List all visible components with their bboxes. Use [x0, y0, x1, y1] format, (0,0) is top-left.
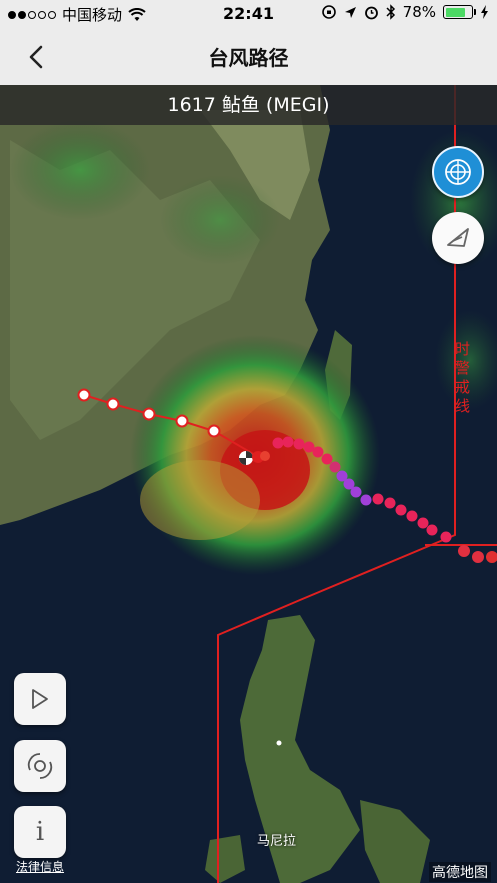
radar-patch: [10, 120, 150, 220]
status-right: 78%: [321, 3, 489, 21]
location-arrow-icon: [344, 6, 356, 18]
battery-icon: [443, 5, 476, 19]
nav-bar: 台风路径: [0, 28, 497, 85]
warning-line-label: 时警戒线: [455, 340, 471, 415]
charging-bolt-icon: [481, 5, 488, 19]
track-point: [106, 397, 120, 411]
track-point: [77, 388, 91, 402]
typhoon-icon: [27, 753, 53, 779]
radar-icon: [445, 159, 471, 185]
map-canvas: [0, 85, 497, 883]
track-point: [417, 517, 429, 529]
outer-band: [140, 460, 260, 540]
track-point: [372, 493, 384, 505]
info-button[interactable]: i: [14, 806, 66, 858]
storm-title-bar: 1617 鲇鱼 (MEGI): [0, 85, 497, 125]
track-point: [272, 437, 284, 449]
radar-patch: [160, 175, 280, 265]
track-point: [384, 497, 396, 509]
status-bar: 中国移动 22:41 78%: [0, 0, 497, 28]
play-button[interactable]: [14, 673, 66, 725]
city-label-manila: 马尼拉: [257, 834, 297, 849]
track-point: [293, 438, 305, 450]
track-point: [350, 486, 362, 498]
satellite-layer-button[interactable]: [432, 212, 484, 264]
track-point: [321, 453, 333, 465]
track-point: [440, 531, 452, 543]
track-point: [360, 494, 372, 506]
track-point: [282, 436, 294, 448]
track-point: [329, 461, 341, 473]
track-point: [426, 524, 438, 536]
track-point: [458, 545, 470, 557]
battery-percent: 78%: [402, 3, 436, 21]
map-provider-logo: 高德地图: [429, 862, 491, 882]
track-point: [207, 424, 221, 438]
typhoon-list-button[interactable]: [14, 740, 66, 792]
typhoon-map[interactable]: 时警戒线 马尼拉: [0, 85, 497, 883]
track-point: [406, 510, 418, 522]
bluetooth-icon: [386, 4, 395, 20]
alarm-icon: [364, 6, 378, 19]
play-icon: [32, 689, 48, 709]
manila-marker: [276, 740, 282, 746]
radar-toggle-button[interactable]: [432, 146, 484, 198]
track-point: [395, 504, 407, 516]
page-title: 台风路径: [208, 46, 289, 70]
track-point: [472, 551, 484, 563]
info-icon: i: [35, 817, 45, 847]
storm-title: 1617 鲇鱼 (MEGI): [167, 94, 330, 116]
satellite-icon: [447, 228, 469, 247]
legal-info-link[interactable]: 法律信息: [16, 858, 64, 875]
track-point: [175, 414, 189, 428]
rotation-lock-icon: [321, 5, 336, 19]
track-point: [142, 407, 156, 421]
track-point: [312, 446, 324, 458]
